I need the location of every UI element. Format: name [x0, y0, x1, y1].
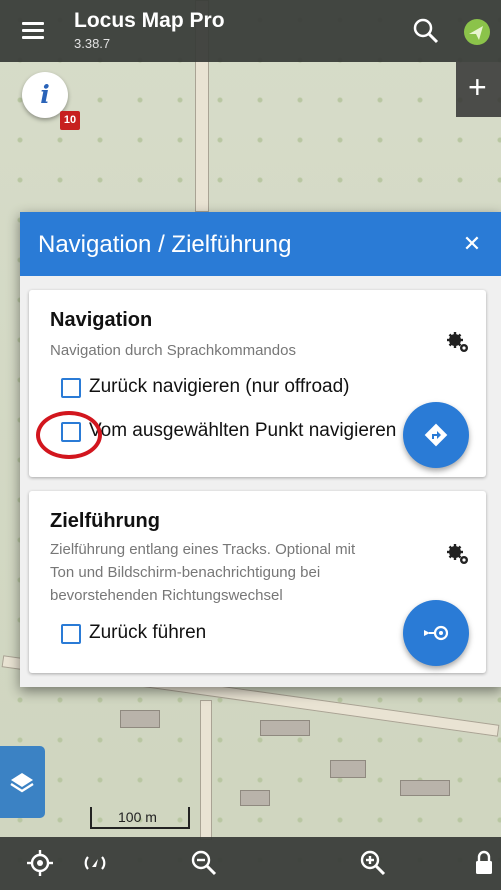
guidance-card: Zielführung Zielführung entlang eines Tr…	[29, 491, 486, 673]
bottom-toolbar	[0, 837, 501, 890]
navigation-card: Navigation Navigation durch Sprachkomman…	[29, 290, 486, 477]
checkbox-label: Zurück führen	[89, 622, 207, 643]
checkbox[interactable]	[61, 378, 81, 398]
scale-label: 100 m	[118, 809, 157, 825]
reverse-guidance-checkbox[interactable]: Zurück führen	[61, 619, 321, 649]
layers-button[interactable]	[0, 746, 45, 818]
my-location-icon[interactable]	[24, 847, 56, 879]
app-bar: Locus Map Pro 3.38.7	[0, 0, 501, 62]
guide-icon	[424, 625, 449, 641]
navigate-icon	[424, 423, 448, 447]
notification-badge: 10	[60, 111, 80, 130]
search-icon[interactable]	[412, 17, 440, 45]
checkbox[interactable]	[61, 422, 81, 442]
gears-icon[interactable]	[445, 542, 471, 568]
reverse-navigation-checkbox[interactable]: Zurück navigieren (nur offroad)	[61, 373, 421, 403]
guidance-description-line: bevorstehenden Richtungswechsel	[50, 587, 283, 604]
close-icon[interactable]: ✕	[460, 232, 484, 256]
navigate-from-point-checkbox[interactable]: Vom ausgewählten Punkt navigieren	[61, 417, 429, 447]
map-building	[330, 760, 366, 778]
layers-icon	[10, 773, 34, 793]
gps-icon[interactable]	[459, 14, 495, 50]
info-icon: i	[40, 80, 50, 109]
map-building	[260, 720, 310, 736]
checkbox-label: Zurück navigieren (nur offroad)	[89, 376, 350, 397]
scale-bar: 100 m	[90, 807, 190, 829]
add-button[interactable]: +	[456, 62, 501, 117]
gears-icon[interactable]	[445, 330, 471, 356]
map-building	[120, 710, 160, 728]
guidance-title: Zielführung	[50, 510, 160, 532]
zoom-out-icon[interactable]	[188, 847, 220, 879]
navigation-description: Navigation durch Sprachkommandos	[50, 342, 296, 359]
lock-icon[interactable]	[470, 848, 498, 878]
zoom-in-icon[interactable]	[357, 847, 389, 879]
navigation-dialog: Navigation / Zielführung ✕ Navigation Na…	[20, 212, 501, 687]
dialog-title: Navigation / Zielführung	[38, 231, 292, 258]
navigation-title: Navigation	[50, 309, 153, 331]
guidance-description-line: Zielführung entlang eines Tracks. Option…	[50, 541, 356, 558]
guidance-description: Zielführung entlang eines Tracks. Option…	[50, 538, 440, 607]
menu-icon[interactable]	[22, 22, 44, 39]
plus-icon: +	[468, 69, 487, 105]
map-road	[200, 700, 212, 840]
map-building	[240, 790, 270, 806]
map-building	[400, 780, 450, 796]
guidance-description-line: Ton und Bildschirm-benachrichtigung bei	[50, 564, 321, 581]
checkbox-label: Vom ausgewählten Punkt navigieren	[89, 420, 397, 441]
dialog-header: Navigation / Zielführung ✕	[20, 212, 501, 276]
navigate-button[interactable]	[403, 402, 469, 468]
compass-icon[interactable]	[79, 847, 111, 879]
app-title: Locus Map Pro	[74, 9, 225, 32]
checkbox[interactable]	[61, 624, 81, 644]
app-version: 3.38.7	[74, 36, 111, 51]
guide-button[interactable]	[403, 600, 469, 666]
